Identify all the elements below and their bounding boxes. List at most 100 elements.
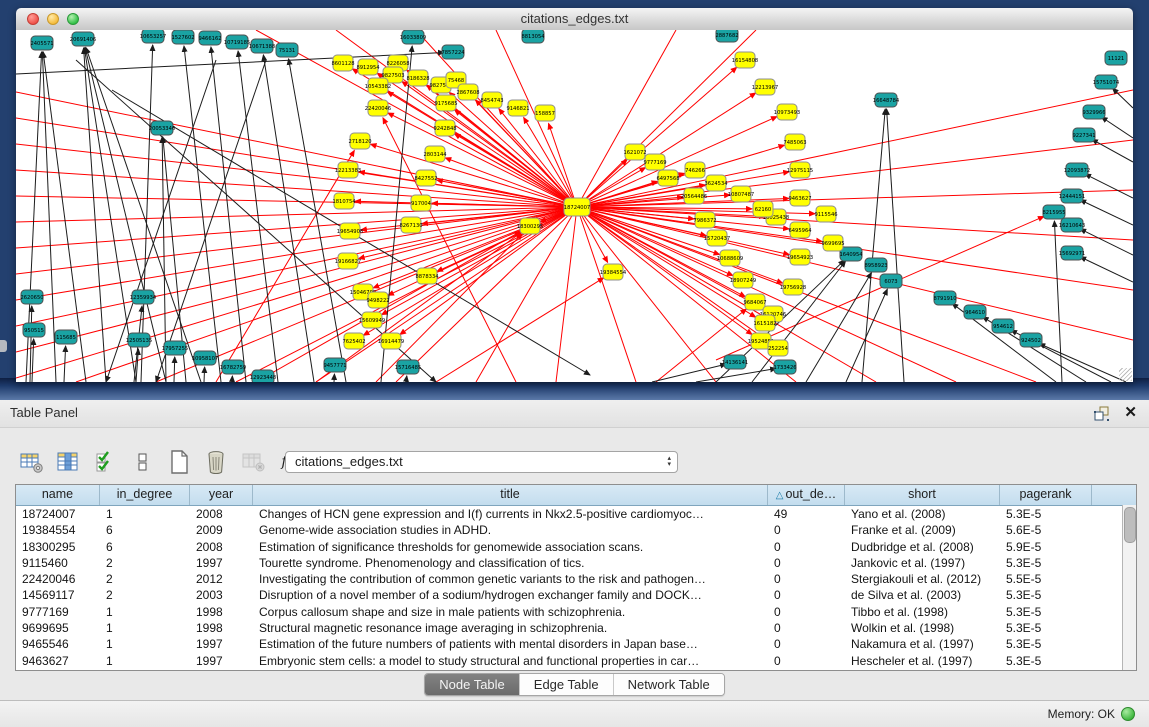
table-cell[interactable]: 5.6E-5 [1000, 522, 1092, 538]
graph-node[interactable]: 3624534 [704, 175, 728, 191]
graph-node[interactable]: 16210643 [1059, 218, 1085, 232]
graph-node[interactable]: 9457771 [323, 358, 346, 372]
column-header-short[interactable]: short [845, 485, 1000, 505]
graph-node[interactable]: 8813054 [521, 30, 545, 43]
table-cell[interactable]: 5.9E-5 [1000, 539, 1092, 555]
graph-node[interactable]: 8878334 [415, 268, 439, 284]
tab-node-table[interactable]: Node Table [425, 674, 519, 695]
graph-node[interactable]: 10719185 [224, 35, 250, 49]
graph-node[interactable]: 10973493 [774, 104, 800, 120]
delete-column-icon[interactable] [203, 449, 229, 475]
table-cell[interactable]: 6 [100, 522, 190, 538]
table-cell[interactable]: 2012 [190, 571, 253, 587]
graph-node[interactable]: 12093872 [1064, 163, 1090, 177]
graph-node[interactable]: 15720437 [704, 230, 730, 246]
table-cell[interactable]: 5.3E-5 [1000, 620, 1092, 636]
table-cell[interactable]: 0 [768, 539, 845, 555]
graph-node[interactable]: 917004 [411, 195, 432, 211]
table-cell[interactable]: 1 [100, 506, 190, 522]
table-cell[interactable]: 5.3E-5 [1000, 506, 1092, 522]
table-cell[interactable]: 0 [768, 522, 845, 538]
graph-node[interactable]: 2887682 [715, 30, 738, 42]
table-cell[interactable]: 1 [100, 604, 190, 620]
select-all-icon[interactable] [92, 449, 118, 475]
table-cell[interactable]: 9463627 [16, 653, 100, 669]
table-cell[interactable]: 1 [100, 653, 190, 669]
table-cell[interactable]: Nakamura et al. (1997) [845, 636, 1000, 652]
table-row[interactable]: 1456911722003Disruption of a novel membe… [16, 587, 1136, 603]
graph-node[interactable]: 19384554 [600, 264, 627, 280]
graph-node[interactable]: 7485063 [783, 134, 806, 150]
table-cell[interactable]: Jankovic et al. (1997) [845, 555, 1000, 571]
graph-node[interactable]: 746266 [685, 162, 705, 178]
graph-node[interactable]: 9684067 [743, 294, 766, 310]
table-cell[interactable]: 9699695 [16, 620, 100, 636]
graph-node[interactable]: 20053346 [149, 121, 175, 135]
graph-node[interactable]: 10958107 [192, 351, 218, 365]
graph-node[interactable]: 6495964 [788, 222, 812, 238]
table-cell[interactable]: 18724007 [16, 506, 100, 522]
close-panel-icon[interactable]: ✕ [1124, 404, 1137, 422]
close-window-button[interactable] [27, 13, 39, 25]
table-cell[interactable]: 6 [100, 539, 190, 555]
table-row[interactable]: 977716911998Corpus callosum shape and si… [16, 604, 1136, 620]
table-row[interactable]: 969969511998Structural magnetic resonanc… [16, 620, 1136, 636]
table-cell[interactable]: 9115460 [16, 555, 100, 571]
zoom-window-button[interactable] [67, 13, 79, 25]
table-cell[interactable]: 1997 [190, 653, 253, 669]
window-titlebar[interactable]: citations_edges.txt [16, 8, 1133, 31]
table-cell[interactable]: Wolkin et al. (1998) [845, 620, 1000, 636]
table-cell[interactable]: 5.5E-5 [1000, 571, 1092, 587]
table-row[interactable]: 1830029562008Estimation of significance … [16, 539, 1136, 555]
graph-node[interactable]: 19654908 [337, 223, 363, 239]
table-cell[interactable]: 5.3E-5 [1000, 555, 1092, 571]
graph-node[interactable]: 12213967 [752, 79, 778, 95]
table-cell[interactable]: 2008 [190, 506, 253, 522]
graph-node[interactable]: 9242848 [433, 120, 456, 136]
graph-node[interactable]: 9777169 [643, 154, 666, 170]
table-cell[interactable]: 5.3E-5 [1000, 653, 1092, 669]
graph-node[interactable]: 12444151 [1059, 189, 1085, 203]
graph-node[interactable]: 115685 [55, 330, 77, 344]
new-column-icon[interactable] [166, 449, 192, 475]
table-cell[interactable]: 5.3E-5 [1000, 636, 1092, 652]
clear-selection-icon[interactable] [129, 449, 155, 475]
graph-node[interactable]: 1527602 [171, 30, 194, 44]
graph-node[interactable]: 20564486 [681, 188, 707, 204]
graph-node[interactable]: 8958923 [864, 258, 887, 272]
graph-node[interactable]: 22420046 [365, 100, 391, 116]
graph-node[interactable]: 9227341 [1072, 128, 1095, 142]
graph-node[interactable]: 11121 [1105, 51, 1127, 65]
table-cell[interactable]: 0 [768, 636, 845, 652]
graph-node[interactable]: 1615182 [753, 315, 776, 331]
graph-node[interactable]: 9466162 [198, 31, 221, 45]
graph-node[interactable]: 16154808 [732, 52, 758, 68]
graph-node[interactable]: 16648784 [873, 93, 900, 107]
table-cell[interactable]: de Silva et al. (2003) [845, 587, 1000, 603]
table-cell[interactable]: Estimation of significance thresholds fo… [253, 539, 768, 555]
table-cell[interactable]: Tourette syndrome. Phenomenology and cla… [253, 555, 768, 571]
table-cell[interactable]: 1997 [190, 555, 253, 571]
table-cell[interactable]: Hescheler et al. (1997) [845, 653, 1000, 669]
graph-node[interactable]: 62160 [753, 201, 773, 217]
graph-node[interactable]: 8791910 [933, 291, 956, 305]
graph-node[interactable]: 1640954 [839, 247, 863, 261]
table-cell[interactable]: 0 [768, 555, 845, 571]
graph-node[interactable]: 9115546 [814, 206, 837, 222]
table-cell[interactable]: 1997 [190, 636, 253, 652]
table-cell[interactable]: 19384554 [16, 522, 100, 538]
column-header-name[interactable]: name [16, 485, 100, 505]
resize-grip[interactable] [1119, 368, 1132, 381]
scrollbar-thumb[interactable] [1124, 507, 1136, 543]
network-graph[interactable]: 2405571206914061065325715276029466162107… [16, 30, 1133, 382]
graph-node[interactable]: 15692971 [1059, 246, 1085, 260]
tab-network-table[interactable]: Network Table [613, 674, 724, 695]
column-header-year[interactable]: year [190, 485, 253, 505]
table-row[interactable]: 2242004622012Investigating the contribut… [16, 571, 1136, 587]
table-cell[interactable]: 18300295 [16, 539, 100, 555]
graph-node[interactable]: 7857224 [441, 45, 465, 59]
table-cell[interactable]: 22420046 [16, 571, 100, 587]
graph-node[interactable]: 9175685 [434, 95, 457, 111]
column-header-out_de[interactable]: △out_de… [768, 485, 845, 505]
graph-node[interactable]: 8454743 [480, 92, 503, 108]
